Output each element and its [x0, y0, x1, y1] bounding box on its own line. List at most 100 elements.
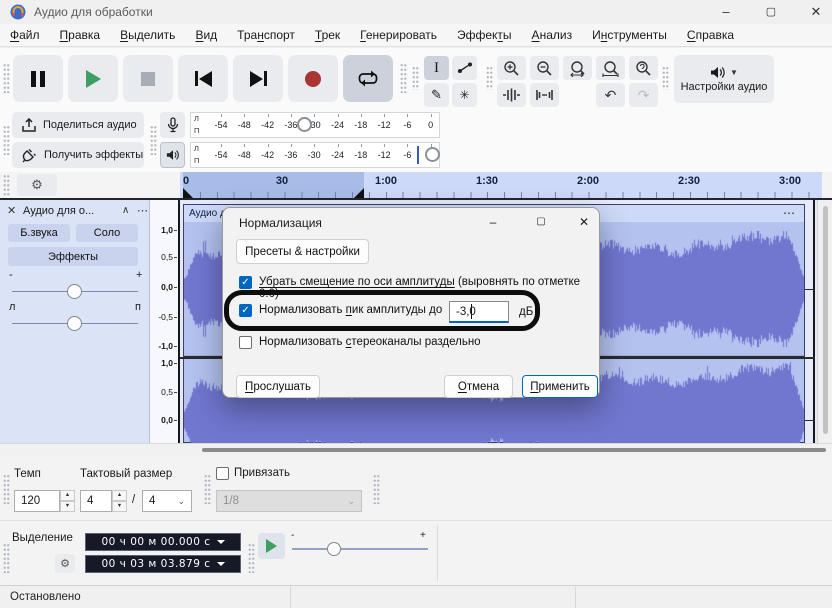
stereo-independent-checkbox[interactable] [239, 336, 252, 349]
selection-tool-button[interactable]: I [424, 56, 449, 80]
menu-item-7[interactable]: Эффекты [447, 28, 522, 42]
close-button[interactable]: ✕ [796, 0, 832, 24]
toolbar-grip[interactable] [3, 125, 10, 155]
record-volume-slider[interactable] [297, 117, 312, 132]
loop-button[interactable] [343, 55, 393, 102]
menu-item-2[interactable]: Выделить [110, 28, 185, 42]
vertical-scrollbar[interactable] [817, 200, 832, 443]
menu-item-6[interactable]: Генерировать [350, 28, 447, 42]
beats-spinner[interactable]: ▲ ▼ [112, 490, 127, 512]
track-menu-icon[interactable]: ⋯ [137, 204, 148, 217]
tempo-input[interactable]: 120 [14, 490, 60, 512]
toolbar-grip[interactable] [662, 66, 669, 90]
peak-amplitude-input[interactable]: -3,0 [449, 301, 509, 323]
snap-select[interactable]: 1/8 ⌄ [216, 490, 362, 512]
speed-slider[interactable] [327, 542, 341, 556]
toolbar-grip[interactable] [412, 66, 419, 90]
normalize-peak-checkbox[interactable]: ✓ [239, 304, 252, 317]
menu-item-4[interactable]: Транспорт [227, 28, 305, 42]
preview-button[interactable]: Прослушать [236, 375, 320, 398]
snap-checkbox[interactable] [216, 467, 229, 480]
remove-dc-checkbox[interactable]: ✓ [239, 276, 252, 289]
menu-item-1[interactable]: Правка [50, 28, 111, 42]
menu-item-10[interactable]: Справка [677, 28, 744, 42]
toolbar-grip[interactable] [3, 174, 10, 196]
menu-item-0[interactable]: Файл [0, 28, 50, 42]
playback-volume-slider[interactable] [425, 147, 440, 162]
toolbar-grip[interactable] [3, 63, 10, 93]
zoom-toggle-button[interactable] [629, 56, 658, 80]
toolbar-grip[interactable] [400, 63, 407, 93]
toolbar-grip[interactable] [150, 125, 157, 155]
playback-meter-speaker-button[interactable] [160, 142, 185, 168]
cancel-button[interactable]: Отмена [444, 375, 513, 398]
menu-item-9[interactable]: Инструменты [582, 28, 677, 42]
play-at-speed-button[interactable] [258, 533, 285, 559]
mute-button[interactable]: Б.звука [8, 224, 70, 242]
redo-button[interactable]: ↷ [629, 83, 658, 107]
tempo-spinner[interactable]: ▲ ▼ [60, 490, 75, 512]
toolbar-grip[interactable] [373, 474, 380, 504]
menu-item-8[interactable]: Анализ [522, 28, 583, 42]
record-meter[interactable]: Л П -54 -48 -42 -36 -30 -24 -18 -12 -6 0 [190, 112, 440, 138]
maximize-button[interactable]: ▢ [751, 0, 791, 24]
beats-input[interactable]: 4 [80, 490, 112, 512]
play-button[interactable] [68, 55, 118, 102]
envelope-tool-button[interactable] [452, 56, 477, 80]
undo-button[interactable]: ↶ [596, 83, 625, 107]
toolbar-grip[interactable] [486, 66, 493, 90]
track-control-panel[interactable]: ✕ Аудио для о... ∧ ⋯ Б.звука Соло Эффект… [0, 200, 150, 443]
get-effects-button[interactable]: Получить эффекты [12, 142, 144, 168]
dialog-close-button[interactable]: ✕ [572, 212, 596, 232]
trim-outside-selection-button[interactable] [497, 83, 526, 107]
record-button[interactable] [288, 55, 338, 102]
track-close-icon[interactable]: ✕ [7, 204, 16, 217]
horizontal-scrollbar[interactable] [0, 443, 832, 456]
note-value-select[interactable]: 4 ⌄ [142, 490, 192, 512]
pan-slider[interactable] [67, 316, 82, 331]
presets-button[interactable]: Пресеты & настройки [236, 239, 369, 264]
effects-button[interactable]: Эффекты [8, 247, 138, 266]
vertical-ruler[interactable]: 1,0 0,5 0,0 -0,5 -1,0 1,0 0,5 0,0 [150, 200, 180, 443]
zoom-out-button[interactable] [530, 56, 559, 80]
selection-options-button[interactable]: ⚙ [55, 554, 75, 573]
selection-start-display[interactable]: 00 ч 00 м 00.000 с [85, 533, 241, 551]
toolbar-grip[interactable] [248, 543, 255, 573]
solo-button[interactable]: Соло [76, 224, 138, 242]
multi-tool-button[interactable]: ✳ [452, 83, 477, 107]
clip-menu-icon[interactable]: ⋯ [783, 205, 796, 222]
gain-slider[interactable] [67, 284, 82, 299]
toolbar-grip[interactable] [204, 474, 211, 504]
track-collapse-icon[interactable]: ∧ [122, 205, 129, 216]
dialog-minimize-button[interactable]: – [481, 212, 505, 232]
record-meter-mic-button[interactable] [160, 112, 185, 138]
vertical-scrollbar-thumb[interactable] [823, 206, 828, 434]
dialog-maximize-button[interactable]: ▢ [529, 212, 553, 232]
toolbar-grip[interactable] [3, 543, 10, 573]
selection-end-display[interactable]: 00 ч 03 м 03.879 с [85, 555, 241, 573]
playback-meter[interactable]: Л П -54-48-42-36-30-24-18-12-60 [190, 142, 440, 168]
pause-button[interactable] [13, 55, 63, 102]
audio-setup-button[interactable]: ▼ Настройки аудио [674, 55, 774, 103]
zoom-selection-button[interactable] [563, 56, 592, 80]
skip-to-start-button[interactable] [178, 55, 228, 102]
stop-button[interactable] [123, 55, 173, 102]
apply-button[interactable]: Применить [522, 375, 598, 398]
timeline-ruler[interactable]: ⚙ 0 30 1:00 1:30 2:00 2:30 3:00 [0, 172, 832, 200]
menu-item-5[interactable]: Трек [305, 28, 350, 42]
selection-start-marker[interactable] [183, 188, 195, 198]
stereo-independent-label[interactable]: Нормализовать стереоканалы раздельно [259, 336, 481, 348]
horizontal-scrollbar-thumb[interactable] [202, 448, 826, 452]
menu-item-3[interactable]: Вид [185, 28, 227, 42]
normalize-peak-label[interactable]: Нормализовать пик амплитуды до [259, 304, 442, 316]
timeline-options-button[interactable]: ⚙ [17, 174, 57, 196]
track-title[interactable]: Аудио для о... [23, 205, 94, 217]
toolbar-grip[interactable] [3, 474, 10, 504]
silence-selection-button[interactable] [530, 83, 559, 107]
share-audio-button[interactable]: Поделиться аудио [12, 112, 144, 138]
draw-tool-button[interactable]: ✎ [424, 83, 449, 107]
zoom-project-button[interactable] [596, 56, 625, 80]
remove-dc-label[interactable]: Убрать смещение по оси амплитуды (выровн… [259, 276, 599, 300]
minimize-button[interactable]: – [706, 0, 746, 24]
selection-end-marker[interactable] [353, 188, 365, 198]
